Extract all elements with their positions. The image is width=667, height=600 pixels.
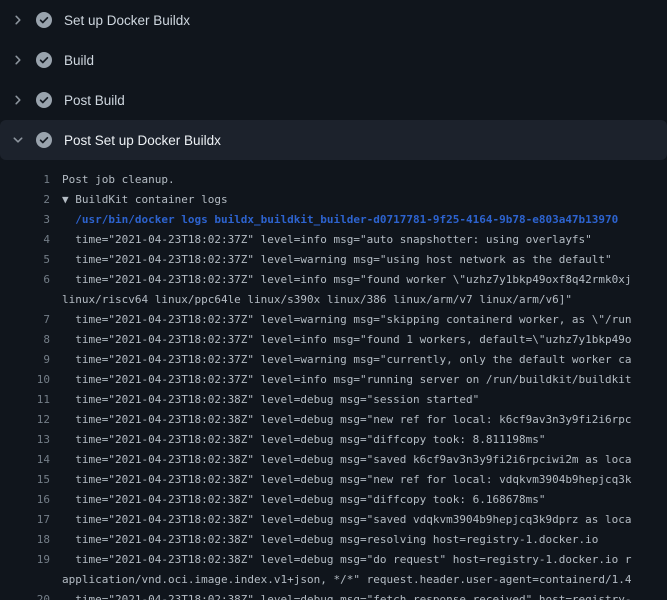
step-row-post-set-up-docker-buildx[interactable]: Post Set up Docker Buildx — [0, 120, 667, 160]
chevron-right-icon — [10, 12, 26, 28]
log-line: 3 /usr/bin/docker logs buildx_buildkit_b… — [0, 210, 667, 230]
log-line: 16 time="2021-04-23T18:02:38Z" level=deb… — [0, 490, 667, 510]
chevron-right-icon — [10, 52, 26, 68]
check-circle-icon — [36, 92, 52, 108]
log-line: 17 time="2021-04-23T18:02:38Z" level=deb… — [0, 510, 667, 530]
log-text: time="2021-04-23T18:02:37Z" level=info m… — [50, 270, 632, 290]
line-number[interactable]: 2 — [0, 190, 50, 210]
step-label: Post Build — [64, 93, 125, 108]
log-text: time="2021-04-23T18:02:38Z" level=debug … — [50, 390, 479, 410]
step-row-post-build[interactable]: Post Build — [0, 80, 667, 120]
log-text: time="2021-04-23T18:02:38Z" level=debug … — [50, 430, 545, 450]
log-text: time="2021-04-23T18:02:37Z" level=info m… — [50, 330, 632, 350]
log-text: time="2021-04-23T18:02:37Z" level=info m… — [50, 230, 592, 250]
line-number[interactable]: 1 — [0, 170, 50, 190]
log-text: time="2021-04-23T18:02:38Z" level=debug … — [50, 530, 598, 550]
line-number[interactable]: 20 — [0, 590, 50, 600]
log-text: time="2021-04-23T18:02:38Z" level=debug … — [50, 410, 632, 430]
line-number[interactable]: 4 — [0, 230, 50, 250]
chevron-down-icon — [10, 132, 26, 148]
step-list: Set up Docker Buildx Build Post Build Post … — [0, 0, 667, 160]
log-text: time="2021-04-23T18:02:38Z" level=debug … — [50, 510, 632, 530]
line-number[interactable]: 17 — [0, 510, 50, 530]
log-line: 8 time="2021-04-23T18:02:37Z" level=info… — [0, 330, 667, 350]
line-number[interactable]: 16 — [0, 490, 50, 510]
log-group-toggle[interactable]: ▼ BuildKit container logs — [50, 190, 228, 210]
log-line: 18 time="2021-04-23T18:02:38Z" level=deb… — [0, 530, 667, 550]
chevron-right-icon — [10, 92, 26, 108]
line-number[interactable]: 10 — [0, 370, 50, 390]
log-line: 10 time="2021-04-23T18:02:37Z" level=inf… — [0, 370, 667, 390]
log-text: time="2021-04-23T18:02:38Z" level=debug … — [50, 590, 632, 600]
log-text: time="2021-04-23T18:02:38Z" level=debug … — [50, 470, 632, 490]
log-line: 4 time="2021-04-23T18:02:37Z" level=info… — [0, 230, 667, 250]
check-circle-icon — [36, 12, 52, 28]
check-circle-icon — [36, 52, 52, 68]
line-number[interactable]: 3 — [0, 210, 50, 230]
line-number[interactable]: 19 — [0, 550, 50, 570]
log-text: linux/riscv64 linux/ppc64le linux/s390x … — [50, 290, 572, 310]
log-line: 11 time="2021-04-23T18:02:38Z" level=deb… — [0, 390, 667, 410]
line-number[interactable]: 18 — [0, 530, 50, 550]
log-line-continuation: application/vnd.oci.image.index.v1+json,… — [0, 570, 667, 590]
log-line: 6 time="2021-04-23T18:02:37Z" level=info… — [0, 270, 667, 290]
log-command-text: /usr/bin/docker logs buildx_buildkit_bui… — [50, 210, 618, 230]
log-line: 15 time="2021-04-23T18:02:38Z" level=deb… — [0, 470, 667, 490]
log-text: application/vnd.oci.image.index.v1+json,… — [50, 570, 632, 590]
log-text: time="2021-04-23T18:02:37Z" level=info m… — [50, 370, 632, 390]
log-text: time="2021-04-23T18:02:38Z" level=debug … — [50, 490, 545, 510]
log-line: 9 time="2021-04-23T18:02:37Z" level=warn… — [0, 350, 667, 370]
log-line: 14 time="2021-04-23T18:02:38Z" level=deb… — [0, 450, 667, 470]
line-number[interactable]: 7 — [0, 310, 50, 330]
check-circle-icon — [36, 132, 52, 148]
log-line: 20 time="2021-04-23T18:02:38Z" level=deb… — [0, 590, 667, 600]
log-line-continuation: linux/riscv64 linux/ppc64le linux/s390x … — [0, 290, 667, 310]
step-label: Set up Docker Buildx — [64, 13, 190, 28]
log-lines: 1Post job cleanup.2▼ BuildKit container … — [0, 160, 667, 600]
line-number[interactable]: 15 — [0, 470, 50, 490]
step-row-set-up-docker-buildx[interactable]: Set up Docker Buildx — [0, 0, 667, 40]
line-number[interactable]: 8 — [0, 330, 50, 350]
log-text: time="2021-04-23T18:02:38Z" level=debug … — [50, 450, 632, 470]
log-text: time="2021-04-23T18:02:37Z" level=warnin… — [50, 350, 632, 370]
line-number[interactable]: 9 — [0, 350, 50, 370]
step-label: Build — [64, 53, 94, 68]
step-label: Post Set up Docker Buildx — [64, 133, 221, 148]
github-actions-log-viewer: Set up Docker Buildx Build Post Build Post … — [0, 0, 667, 600]
log-line: 12 time="2021-04-23T18:02:38Z" level=deb… — [0, 410, 667, 430]
log-line: 1Post job cleanup. — [0, 170, 667, 190]
step-row-build[interactable]: Build — [0, 40, 667, 80]
line-number — [0, 290, 50, 310]
line-number[interactable]: 14 — [0, 450, 50, 470]
log-line: 5 time="2021-04-23T18:02:37Z" level=warn… — [0, 250, 667, 270]
log-text: Post job cleanup. — [50, 170, 175, 190]
line-number — [0, 570, 50, 590]
log-text: time="2021-04-23T18:02:37Z" level=warnin… — [50, 310, 632, 330]
log-line: 13 time="2021-04-23T18:02:38Z" level=deb… — [0, 430, 667, 450]
log-text: time="2021-04-23T18:02:38Z" level=debug … — [50, 550, 632, 570]
line-number[interactable]: 13 — [0, 430, 50, 450]
line-number[interactable]: 6 — [0, 270, 50, 290]
line-number[interactable]: 5 — [0, 250, 50, 270]
log-text: time="2021-04-23T18:02:37Z" level=warnin… — [50, 250, 612, 270]
line-number[interactable]: 12 — [0, 410, 50, 430]
log-line: 7 time="2021-04-23T18:02:37Z" level=warn… — [0, 310, 667, 330]
log-line: 2▼ BuildKit container logs — [0, 190, 667, 210]
log-line: 19 time="2021-04-23T18:02:38Z" level=deb… — [0, 550, 667, 570]
line-number[interactable]: 11 — [0, 390, 50, 410]
